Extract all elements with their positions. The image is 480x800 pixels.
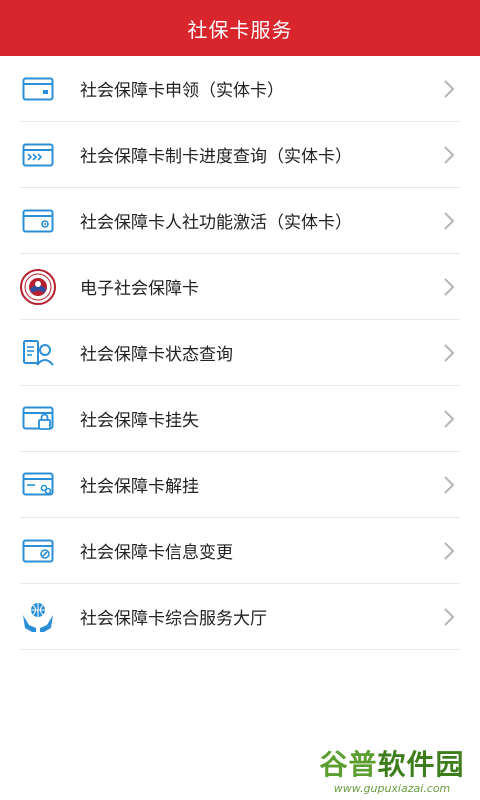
list-item-label: 社会保障卡综合服务大厅 — [80, 609, 267, 629]
card-icon — [20, 71, 56, 107]
list-item-apply[interactable]: 社会保障卡申领（实体卡） — [20, 56, 460, 122]
card-edit-icon — [20, 533, 56, 569]
page-title: 社保卡服务 — [187, 17, 293, 42]
card-lock-icon — [20, 401, 56, 437]
status-query-icon — [20, 335, 56, 371]
chevron-right-icon — [444, 541, 455, 560]
service-hall-icon — [20, 599, 56, 635]
chevron-right-icon — [444, 211, 455, 230]
list-item-label: 社会保障卡解挂 — [80, 477, 199, 497]
chevron-right-icon — [444, 475, 455, 494]
watermark-url: www.gupuxiazai.com — [333, 782, 451, 795]
app-root: 社保卡服务 社会保障卡申领（实体卡） 社会保障卡制卡进度查询（实体卡） 社会保障… — [0, 0, 480, 800]
list-item-progress[interactable]: 社会保障卡制卡进度查询（实体卡） — [20, 122, 460, 188]
service-list: 社会保障卡申领（实体卡） 社会保障卡制卡进度查询（实体卡） 社会保障卡人社功能激… — [0, 56, 480, 650]
list-item-label: 社会保障卡状态查询 — [80, 345, 233, 365]
chevron-right-icon — [444, 409, 455, 428]
watermark-logo-a: 谷普 — [319, 748, 378, 781]
list-item-label: 社会保障卡挂失 — [80, 411, 199, 431]
list-item-release-loss[interactable]: 社会保障卡解挂 — [20, 452, 460, 518]
title-bar: 社保卡服务 — [0, 0, 480, 56]
list-item-activate[interactable]: 社会保障卡人社功能激活（实体卡） — [20, 188, 460, 254]
chevron-right-icon — [444, 79, 455, 98]
card-activate-icon — [20, 203, 56, 239]
chevron-right-icon — [444, 277, 455, 296]
list-item-status-query[interactable]: 社会保障卡状态查询 — [20, 320, 460, 386]
list-item-label: 社会保障卡制卡进度查询（实体卡） — [80, 147, 352, 167]
list-item-label: 电子社会保障卡 — [80, 279, 199, 299]
list-item-info-change[interactable]: 社会保障卡信息变更 — [20, 518, 460, 584]
list-item-label: 社会保障卡申领（实体卡） — [80, 81, 284, 101]
chevron-right-icon — [444, 145, 455, 164]
list-item-label: 社会保障卡信息变更 — [80, 543, 233, 563]
list-item-report-loss[interactable]: 社会保障卡挂失 — [20, 386, 460, 452]
card-unlock-icon — [20, 467, 56, 503]
watermark-logo: 谷普软件园 — [312, 748, 472, 782]
card-progress-icon — [20, 137, 56, 173]
chevron-right-icon — [444, 343, 455, 362]
chevron-right-icon — [444, 607, 455, 626]
list-item-label: 社会保障卡人社功能激活（实体卡） — [80, 213, 352, 233]
watermark-logo-b: 软件园 — [377, 748, 465, 781]
social-security-seal-icon — [20, 268, 56, 305]
list-item-electronic-card[interactable]: 电子社会保障卡 — [20, 254, 460, 320]
list-item-service-hall[interactable]: 社会保障卡综合服务大厅 — [20, 584, 460, 650]
watermark: 谷普软件园 www.gupuxiazai.com — [312, 748, 472, 796]
